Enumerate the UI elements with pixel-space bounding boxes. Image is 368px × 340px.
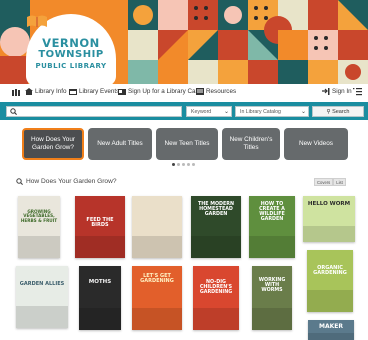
view-list-button[interactable]: List [333,178,346,186]
carousel-dots [172,163,195,167]
cover-bg [252,307,292,330]
nav-label: Library Info [35,88,67,95]
book-title: LET'S GET GARDENING [140,273,174,285]
tile-label: New Children's Titles [229,136,273,151]
book-title: HELLO WORM [307,201,351,207]
tile-label: New Teen Titles [164,140,210,147]
search-input[interactable] [6,106,182,117]
logo-line-1: VERNON [42,36,100,50]
section-title: How Does Your Garden Grow? [16,178,117,185]
book-cover[interactable]: MOTHS [79,266,121,330]
book-title: MAKER [319,323,343,330]
tile-new-videos[interactable]: New Videos [284,128,348,160]
book-cover[interactable] [132,196,182,258]
cover-bg [18,236,60,258]
logo-line-3: PUBLIC LIBRARY [35,62,107,70]
carousel-dot[interactable] [177,163,180,166]
resources-icon [196,88,204,95]
book-cover[interactable]: THE MODERN HOMESTEAD GARDEN [191,196,241,258]
logo-line-2: TOWNSHIP [38,49,104,60]
top-nav: Library Info Library Events Sign Up for … [0,86,368,100]
section-title-text: How Does Your Garden Grow? [26,178,117,185]
book-cover[interactable]: NO-DIG CHILDREN'S GARDENING [193,266,239,330]
nav-sign-up-card[interactable]: Sign Up for a Library Card [118,88,201,95]
search-scope-value: In Library Catalog [240,109,281,115]
cover-bg [307,290,353,312]
search-icon [10,108,17,115]
chevron-down-icon: ⌄ [223,109,229,115]
book-cover[interactable]: HOW TO CREATE A WILDLIFE GARDEN [249,196,295,258]
tile-garden[interactable]: How Does Your Garden Grow? [22,128,84,160]
search-type-select[interactable]: Keyword ⌄ [186,106,232,117]
menu-icon[interactable] [353,87,362,96]
book-title: HOW TO CREATE A WILDLIFE GARDEN [259,202,285,223]
books-icon [12,89,20,96]
view-covers-button[interactable]: Covers [314,178,334,186]
tile-new-children[interactable]: New Children's Titles [222,128,280,160]
search-icon: ⚲ [326,108,331,115]
carousel-dot[interactable] [172,163,175,166]
nav-label: Library Events [79,88,120,95]
book-title: MOTHS [88,279,112,285]
calendar-icon [69,89,77,95]
book-cover[interactable]: GARDEN ALLIES [16,266,68,328]
book-cover[interactable]: LET'S GET GARDENING [132,266,182,330]
view-toggle: Covers List [314,178,346,186]
book-cover[interactable]: ORGANIC GARDENING [307,250,353,312]
book-title: THE MODERN HOMESTEAD GARDEN [197,202,235,218]
search-type-value: Keyword [191,109,212,115]
book-title: NO-DIG CHILDREN'S GARDENING [199,280,233,296]
hero-banner: VERNON TOWNSHIP PUBLIC LIBRARY [0,0,368,84]
book-cover[interactable]: WORKING WITH WORMS [252,266,292,330]
carousel-dot[interactable] [187,163,190,166]
cover-bg [79,307,121,330]
cover-bg [75,236,125,258]
tile-new-teen[interactable]: New Teen Titles [156,128,218,160]
collection-carousel: How Does Your Garden Grow? New Adult Tit… [22,128,348,160]
cover-bg [303,225,355,242]
tile-label: How Does Your Garden Grow? [30,136,76,151]
cover-bg [191,236,241,258]
book-cover[interactable]: FEED THE BIRDS [75,196,125,258]
nav-library-events[interactable]: Library Events [69,88,119,95]
tile-label: New Videos [299,140,333,147]
book-cover[interactable]: MAKER [308,320,354,340]
book-cover[interactable]: HELLO WORM [303,196,355,242]
sign-in-label: Sign In [332,88,352,95]
open-book-icon [27,15,47,27]
cover-bg [16,306,68,328]
book-title: ORGANIC GARDENING [313,265,347,277]
nav-resources[interactable]: Resources [196,88,236,95]
cover-bg [249,236,295,258]
search-icon [16,178,23,185]
sign-in-icon [322,88,330,95]
cover-bg [308,333,354,340]
cover-bg [193,307,239,330]
carousel-dot[interactable] [182,163,185,166]
cover-bg [132,307,182,330]
card-icon [118,89,126,95]
search-scope-select[interactable]: In Library Catalog ⌄ [235,106,309,117]
cover-bg [132,236,182,258]
library-icon [25,88,33,95]
carousel-dot[interactable] [192,163,195,166]
nav-label: Resources [206,88,237,95]
search-bar: Keyword ⌄ In Library Catalog ⌄ ⚲ Search [0,102,368,120]
tile-new-adult[interactable]: New Adult Titles [88,128,152,160]
nav-library-info[interactable]: Library Info [25,88,67,95]
chevron-down-icon: ⌄ [300,109,306,115]
book-title: GARDEN ALLIES [19,281,65,287]
book-title: WORKING WITH WORMS [258,278,286,294]
book-title: GROWING VEGETABLES, HERBS & FRUIT [20,209,58,223]
book-title: FEED THE BIRDS [86,217,114,229]
search-button-label: Search [332,108,350,115]
tile-label: New Adult Titles [97,140,143,147]
nav-label: Sign Up for a Library Card [128,88,202,95]
search-button[interactable]: ⚲ Search [312,106,364,117]
book-cover[interactable]: GROWING VEGETABLES, HERBS & FRUIT [18,196,60,258]
sign-in-link[interactable]: Sign In [322,88,352,95]
